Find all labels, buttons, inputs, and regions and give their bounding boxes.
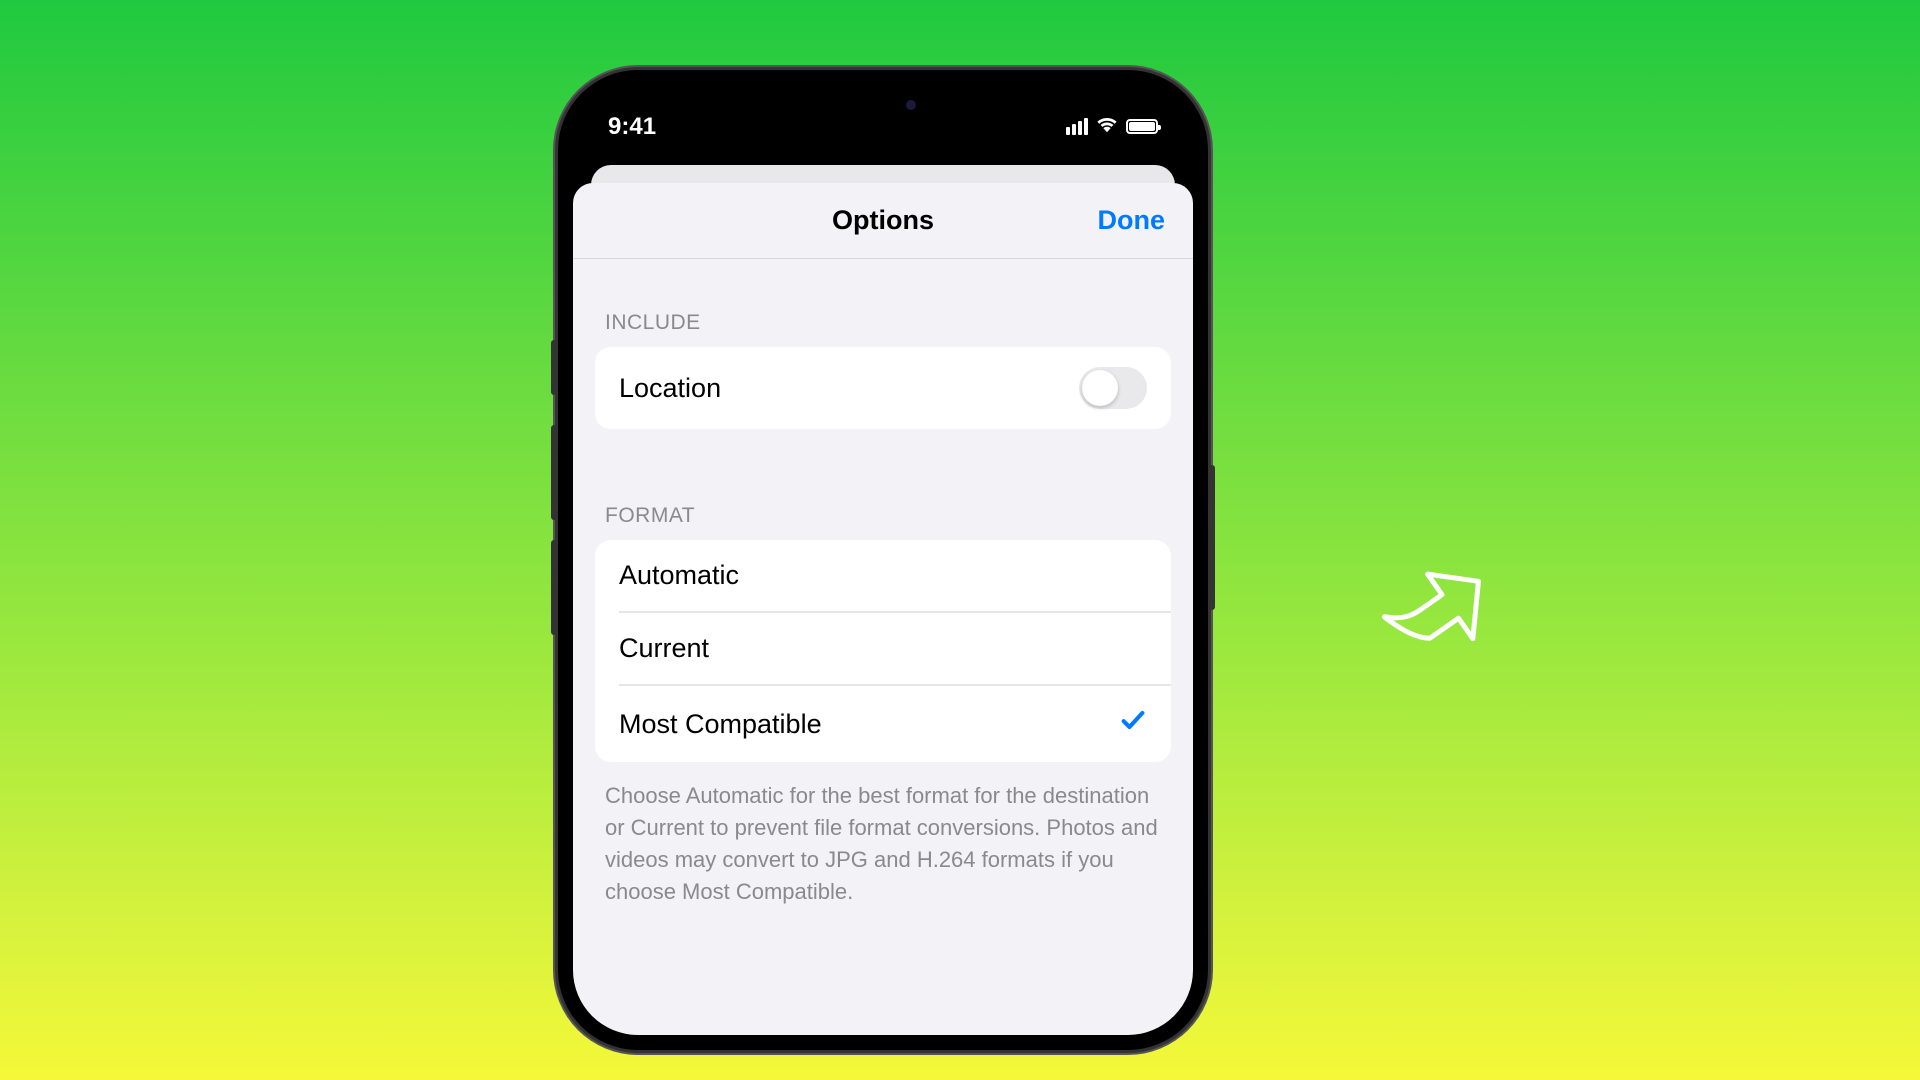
wifi-icon [1096,115,1118,138]
cellular-signal-icon [1066,118,1088,135]
volume-up-button [551,425,558,520]
sheet-header: Options Done [573,183,1193,259]
battery-icon [1126,119,1158,134]
sheet-title: Options [832,205,934,236]
phone-screen: 9:41 [573,85,1193,1035]
volume-down-button [551,540,558,635]
format-footer-text: Choose Automatic for the best format for… [573,762,1193,908]
include-section-header: INCLUDE [573,259,1193,347]
format-option-most-compatible[interactable]: Most Compatible [595,686,1171,762]
location-row[interactable]: Location [595,347,1171,429]
location-toggle[interactable] [1079,367,1147,409]
location-label: Location [619,373,721,404]
current-label: Current [619,633,709,664]
format-settings-group: Automatic Current Most Compatible [595,540,1171,762]
include-settings-group: Location [595,347,1171,429]
sheet-content: INCLUDE Location FORMAT Automatic [573,259,1193,908]
most-compatible-label: Most Compatible [619,709,822,740]
done-button[interactable]: Done [1098,205,1166,236]
power-button [1208,465,1215,610]
notch [753,85,1013,125]
share-arrow-icon [1375,545,1500,680]
format-option-automatic[interactable]: Automatic [619,540,1171,612]
checkmark-icon [1119,706,1147,742]
status-time: 9:41 [608,113,656,141]
format-section-header: FORMAT [573,429,1193,540]
front-camera-icon [906,100,916,110]
toggle-knob [1082,370,1118,406]
phone-device-frame: 9:41 [558,70,1208,1050]
status-icons [1066,115,1158,138]
automatic-label: Automatic [619,560,739,591]
mute-switch [551,340,558,395]
format-option-current[interactable]: Current [619,613,1171,685]
options-sheet: Options Done INCLUDE Location FORMAT [573,183,1193,1035]
